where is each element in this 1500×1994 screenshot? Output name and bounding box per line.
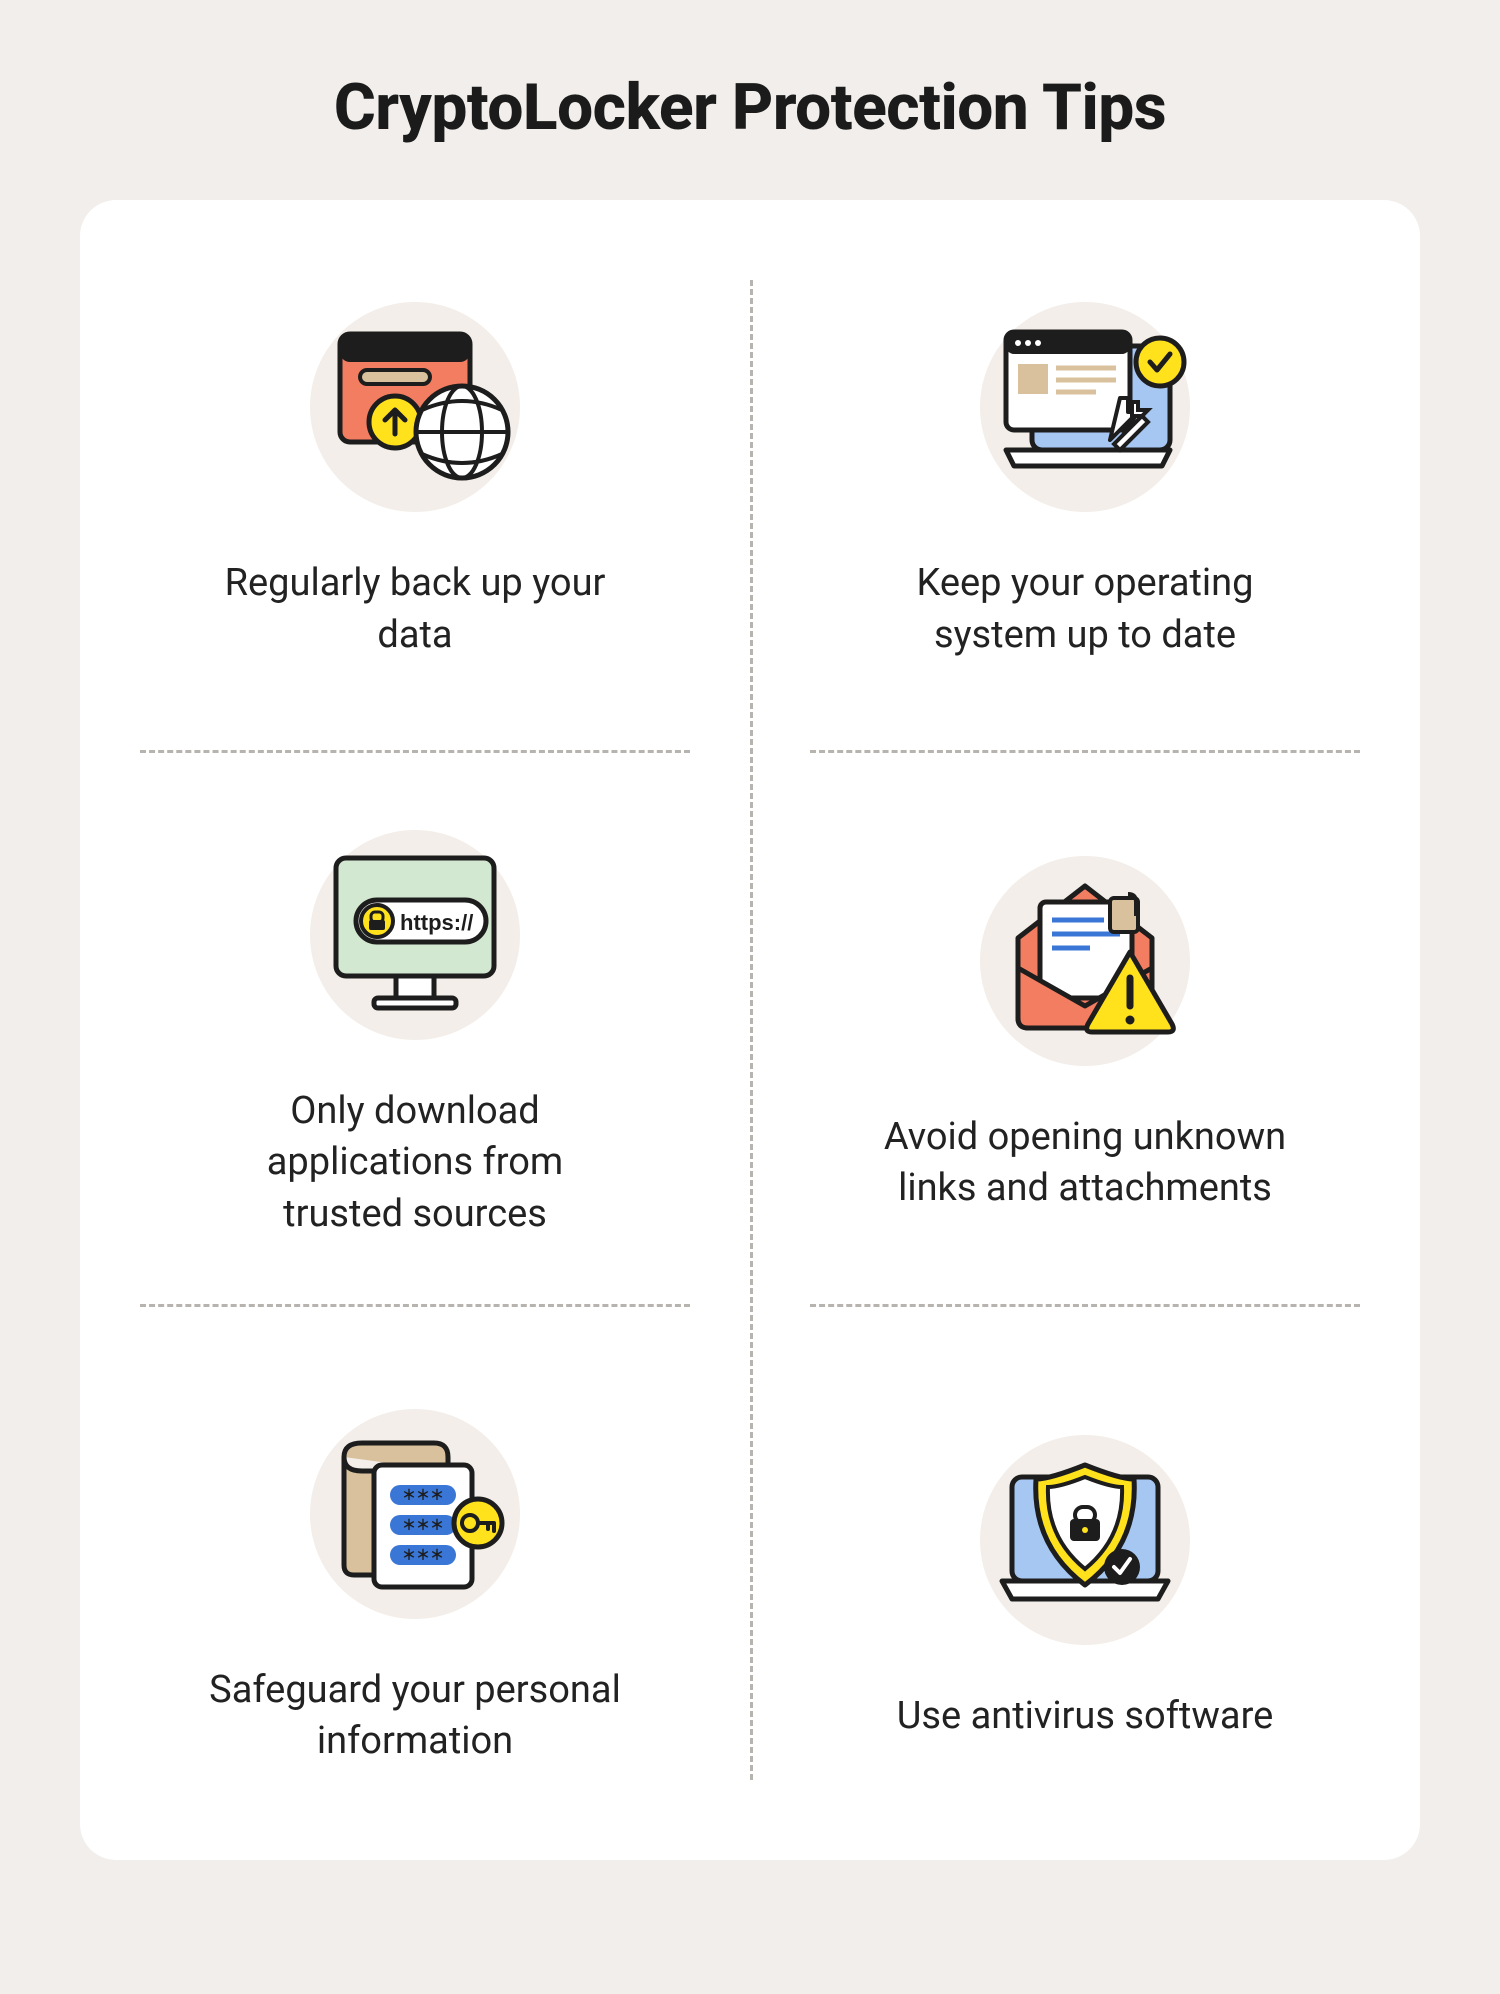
tip-caption: Keep your operating system up to date — [875, 558, 1295, 661]
tips-card: Regularly back up your data https:// Onl… — [80, 200, 1420, 1860]
tip-os-update: Keep your operating system up to date — [750, 200, 1420, 753]
tip-caption: Safeguard your personal information — [205, 1665, 625, 1768]
page-title: CryptoLocker Protection Tips — [80, 70, 1420, 145]
tip-caption: Only download applications from trusted … — [205, 1086, 625, 1240]
svg-text:https://: https:// — [400, 910, 473, 935]
tip-caption: Avoid opening unknown links and attachme… — [875, 1112, 1295, 1215]
safeguard-info-icon: ＊＊＊ ＊＊＊ ＊＊＊ — [300, 1399, 530, 1629]
system-update-icon — [970, 292, 1200, 522]
email-warning-icon — [970, 846, 1200, 1076]
antivirus-icon — [970, 1425, 1200, 1655]
left-column: Regularly back up your data https:// Onl… — [80, 200, 750, 1860]
tip-caption: Use antivirus software — [897, 1691, 1274, 1742]
tip-backup: Regularly back up your data — [80, 200, 750, 753]
tip-antivirus: Use antivirus software — [750, 1307, 1420, 1860]
svg-text:＊＊＊: ＊＊＊ — [402, 1518, 444, 1534]
svg-text:＊＊＊: ＊＊＊ — [402, 1548, 444, 1564]
trusted-source-icon: https:// — [300, 820, 530, 1050]
tip-safeguard: ＊＊＊ ＊＊＊ ＊＊＊ Safeguard your personal info… — [80, 1307, 750, 1860]
svg-text:＊＊＊: ＊＊＊ — [402, 1488, 444, 1504]
backup-upload-icon — [300, 292, 530, 522]
tip-email-warning: Avoid opening unknown links and attachme… — [750, 753, 1420, 1306]
tip-trusted-source: https:// Only download applications from… — [80, 753, 750, 1306]
right-column: Keep your operating system up to date — [750, 200, 1420, 1860]
tip-caption: Regularly back up your data — [205, 558, 625, 661]
